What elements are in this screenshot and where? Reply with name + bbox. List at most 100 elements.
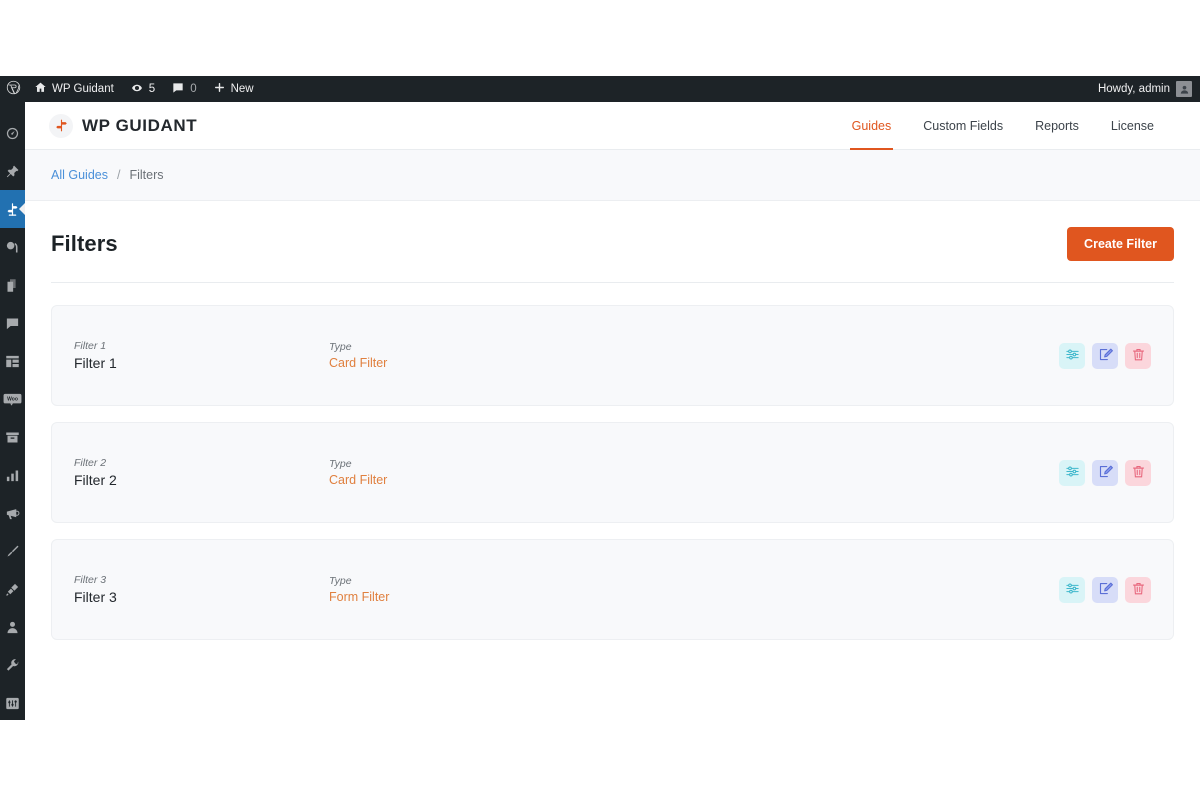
sidebar-item-wp-guidant[interactable] xyxy=(0,190,25,228)
admin-bar-left-group: WP Guidant 5 0 New xyxy=(0,76,262,102)
sidebar-item-comments[interactable] xyxy=(0,304,25,342)
tab-guides[interactable]: Guides xyxy=(836,102,908,150)
sidebar-item-users[interactable] xyxy=(0,608,25,646)
sliders-settings-icon xyxy=(1065,464,1080,482)
plugin-content-area: WP GUIDANT Guides Custom Fields Reports … xyxy=(25,102,1200,720)
wordpress-logo-icon xyxy=(6,80,21,98)
filter-type-label: Type xyxy=(329,575,352,587)
sidebar-item-media[interactable] xyxy=(0,228,25,266)
updates-count: 5 xyxy=(148,83,156,95)
plus-icon xyxy=(213,81,226,97)
wp-admin-sidebar[interactable]: Woo xyxy=(0,102,25,786)
megaphone-icon xyxy=(5,506,20,521)
plug-icon xyxy=(5,582,20,597)
pencil-edit-icon xyxy=(1098,464,1113,482)
filters-list: Filter 1 Filter 1 Type Card Filter Filte… xyxy=(25,283,1200,640)
filter-type-column: Type Form Filter xyxy=(329,575,389,604)
breadcrumb-current: Filters xyxy=(129,168,164,182)
comments-button[interactable]: 0 xyxy=(163,76,204,102)
archive-box-icon xyxy=(5,430,20,445)
filter-settings-button[interactable] xyxy=(1059,342,1085,369)
filter-type-column: Type Card Filter xyxy=(329,341,387,370)
plugin-top-nav: Guides Custom Fields Reports License xyxy=(836,102,1170,150)
bottom-letterbox xyxy=(0,720,1200,800)
filter-name-value: Filter 3 xyxy=(74,589,117,605)
new-content-button[interactable]: New xyxy=(205,76,262,102)
plugin-header: WP GUIDANT Guides Custom Fields Reports … xyxy=(25,102,1200,150)
wordpress-logo-button[interactable] xyxy=(0,76,26,102)
home-icon xyxy=(34,81,47,97)
sidebar-item-tools[interactable] xyxy=(0,646,25,684)
filter-actions xyxy=(1059,459,1151,486)
sidebar-item-appearance[interactable] xyxy=(0,532,25,570)
trash-delete-icon xyxy=(1131,581,1146,599)
sidebar-item-marketing[interactable] xyxy=(0,494,25,532)
sidebar-item-settings[interactable] xyxy=(0,684,25,722)
howdy-label: Howdy, admin xyxy=(1097,83,1170,95)
filter-name-column: Filter 1 Filter 1 xyxy=(74,340,329,371)
filter-row[interactable]: Filter 1 Filter 1 Type Card Filter xyxy=(51,305,1174,406)
pages-icon xyxy=(5,278,20,293)
grid-layout-icon xyxy=(5,354,20,369)
filter-edit-button[interactable] xyxy=(1092,576,1118,603)
page-title: Filters xyxy=(51,231,118,256)
filter-type-value: Form Filter xyxy=(329,590,390,604)
filter-settings-button[interactable] xyxy=(1059,576,1085,603)
pin-icon xyxy=(5,164,20,179)
trash-delete-icon xyxy=(1131,464,1146,482)
sidebar-item-analytics[interactable] xyxy=(0,456,25,494)
sidebar-item-dashboard[interactable] xyxy=(0,114,25,152)
filter-row[interactable]: Filter 2 Filter 2 Type Card Filter xyxy=(51,422,1174,523)
filter-settings-button[interactable] xyxy=(1059,459,1085,486)
svg-text:Woo: Woo xyxy=(7,396,18,402)
sidebar-item-products[interactable] xyxy=(0,418,25,456)
filter-actions xyxy=(1059,576,1151,603)
woo-icon: Woo xyxy=(3,392,22,407)
tab-reports[interactable]: Reports xyxy=(1019,102,1095,150)
user-icon xyxy=(5,620,20,635)
sliders-settings-icon xyxy=(1065,347,1080,365)
tab-license[interactable]: License xyxy=(1095,102,1170,150)
filter-edit-button[interactable] xyxy=(1092,459,1118,486)
tab-custom-fields[interactable]: Custom Fields xyxy=(907,102,1019,150)
pencil-edit-icon xyxy=(1098,581,1113,599)
sidebar-item-woocommerce[interactable]: Woo xyxy=(0,380,25,418)
filter-delete-button[interactable] xyxy=(1125,342,1151,369)
comment-icon xyxy=(5,316,20,331)
site-name-label: WP Guidant xyxy=(52,83,114,95)
filter-name-column: Filter 3 Filter 3 xyxy=(74,574,329,605)
filter-name-value: Filter 1 xyxy=(74,355,117,371)
admin-bar-account[interactable]: Howdy, admin xyxy=(1098,81,1200,97)
filter-type-label: Type xyxy=(329,458,352,470)
filter-type-column: Type Card Filter xyxy=(329,458,387,487)
dashboard-gauge-icon xyxy=(5,126,20,141)
new-label: New xyxy=(230,83,254,95)
filter-type-value: Card Filter xyxy=(329,356,388,370)
sidebar-item-grid[interactable] xyxy=(0,342,25,380)
sidebar-item-pages[interactable] xyxy=(0,266,25,304)
sliders-icon xyxy=(5,696,20,711)
plugin-brand[interactable]: WP GUIDANT xyxy=(49,113,197,138)
filter-name-value: Filter 2 xyxy=(74,472,117,488)
breadcrumb-link-all-guides[interactable]: All Guides xyxy=(51,168,108,182)
sidebar-item-posts[interactable] xyxy=(0,152,25,190)
filter-row[interactable]: Filter 3 Filter 3 Type Form Filter xyxy=(51,539,1174,640)
filter-name-column: Filter 2 Filter 2 xyxy=(74,457,329,488)
filter-type-value: Card Filter xyxy=(329,473,388,487)
filter-name-label: Filter 3 xyxy=(74,574,107,586)
breadcrumb-separator: / xyxy=(116,168,121,182)
user-avatar-icon xyxy=(1176,81,1192,97)
filter-delete-button[interactable] xyxy=(1125,459,1151,486)
updates-button[interactable]: 5 xyxy=(122,76,163,102)
create-filter-button[interactable]: Create Filter xyxy=(1067,227,1174,261)
sidebar-item-plugins[interactable] xyxy=(0,570,25,608)
filter-edit-button[interactable] xyxy=(1092,342,1118,369)
pencil-edit-icon xyxy=(1098,347,1113,365)
site-name-button[interactable]: WP Guidant xyxy=(26,76,122,102)
media-icon xyxy=(5,240,20,255)
guidepost-icon xyxy=(5,202,20,217)
paint-brush-icon xyxy=(5,544,20,559)
filter-delete-button[interactable] xyxy=(1125,576,1151,603)
filter-name-label: Filter 1 xyxy=(74,340,107,352)
